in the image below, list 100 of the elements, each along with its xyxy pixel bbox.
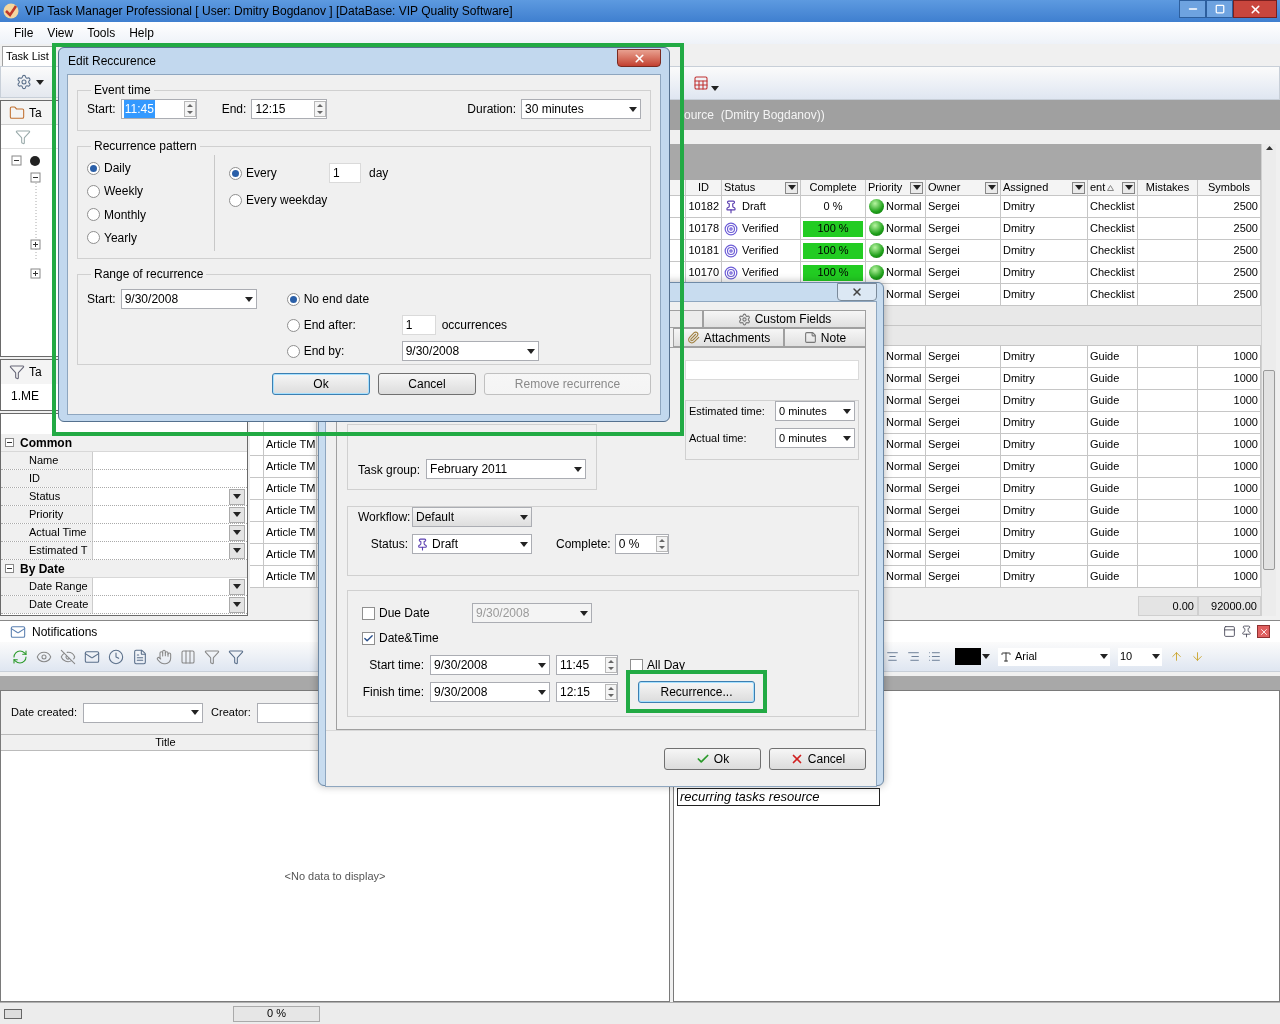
table-cell-text: Checklist xyxy=(1090,287,1135,303)
time-field[interactable]: 11:45 xyxy=(556,655,618,675)
envelope-icon[interactable] xyxy=(84,648,100,665)
menu-item[interactable]: File xyxy=(14,24,34,42)
hand-icon[interactable] xyxy=(156,648,172,665)
menu-item[interactable]: Tools xyxy=(87,24,116,42)
minimize-button[interactable] xyxy=(1179,0,1206,18)
caret-icon xyxy=(233,602,241,607)
folder-icon[interactable] xyxy=(9,104,25,121)
number-field[interactable]: 1 xyxy=(401,315,436,335)
clock-icon[interactable] xyxy=(108,648,124,665)
cancel-button[interactable]: Cancel xyxy=(378,373,476,395)
dropdown[interactable]: Default xyxy=(412,507,532,527)
radio-button[interactable] xyxy=(229,193,242,207)
font-field[interactable]: Arial xyxy=(998,647,1110,666)
time-field[interactable]: 12:15 xyxy=(556,682,618,702)
document-tab[interactable]: Task List xyxy=(2,46,53,66)
ok-button[interactable]: Ok xyxy=(664,747,761,770)
radio-button[interactable] xyxy=(87,231,100,245)
dropdown-button[interactable] xyxy=(229,524,245,541)
filter-icon[interactable] xyxy=(15,128,31,145)
radio-label: Weekly xyxy=(104,183,144,201)
tab[interactable]: Attachments xyxy=(673,328,784,347)
date-field[interactable]: 9/30/2008 xyxy=(430,655,550,675)
dropdown-button[interactable] xyxy=(229,506,245,523)
filter-dropdown-button[interactable] xyxy=(985,181,998,194)
table-cell-text: Guide xyxy=(1090,569,1120,585)
filter-dropdown-button[interactable] xyxy=(785,181,798,194)
table-icon[interactable] xyxy=(693,75,709,91)
dropdown-button[interactable] xyxy=(229,578,245,595)
checkbox[interactable] xyxy=(362,631,375,645)
dropdown[interactable]: 0 minutes xyxy=(775,401,855,421)
color-picker[interactable] xyxy=(955,648,990,665)
close-button[interactable] xyxy=(1233,0,1277,18)
radio-button[interactable] xyxy=(286,344,300,358)
date-field[interactable]: 9/30/2008 xyxy=(120,289,257,309)
date-field[interactable]: 9/30/2008 xyxy=(430,682,550,702)
table-cell-text: 1000 xyxy=(1233,349,1258,365)
filter-dropdown-button[interactable] xyxy=(1072,181,1085,194)
eye-icon[interactable] xyxy=(60,648,76,665)
menu-item[interactable]: Help xyxy=(129,24,154,42)
gear-icon[interactable] xyxy=(16,74,32,90)
collapse-icon[interactable] xyxy=(5,438,14,447)
align-center-icon[interactable] xyxy=(886,650,899,663)
filter-icon[interactable] xyxy=(204,648,220,665)
table-cell-text: Sergei xyxy=(928,569,960,585)
time-field[interactable]: 0 % xyxy=(614,534,669,554)
dropdown[interactable]: February 2011 xyxy=(426,459,587,479)
caret-icon xyxy=(191,710,200,715)
scroll-thumb[interactable] xyxy=(1263,370,1275,570)
radio-button[interactable] xyxy=(286,318,300,332)
radio-button[interactable] xyxy=(87,161,100,175)
radio-label: End by: xyxy=(303,343,345,360)
tab[interactable]: Note xyxy=(784,328,866,347)
dropdown[interactable]: Draft xyxy=(412,534,532,554)
filter-dropdown-button[interactable] xyxy=(1122,181,1135,194)
filter-icon[interactable] xyxy=(9,364,25,380)
caret-icon xyxy=(580,610,588,616)
radio-button[interactable] xyxy=(229,166,242,180)
refresh-icon[interactable] xyxy=(12,648,28,665)
empty-message: <No data to display> xyxy=(284,868,386,884)
table-cell-text: 10182 xyxy=(688,199,719,215)
radio-button[interactable] xyxy=(87,208,100,222)
date-field[interactable] xyxy=(83,702,204,723)
dropdown[interactable]: 0 minutes xyxy=(775,428,855,448)
filter-dropdown-button[interactable] xyxy=(910,181,923,194)
table-cell-text: Article TM xyxy=(266,481,316,497)
radio-button[interactable] xyxy=(87,184,100,198)
columns-icon[interactable] xyxy=(180,648,196,665)
column-header[interactable]: Title xyxy=(155,734,176,751)
time-field[interactable]: 12:15 xyxy=(251,99,328,119)
list-icon[interactable] xyxy=(928,650,941,663)
text-field[interactable] xyxy=(685,360,859,380)
number-field[interactable]: 1 xyxy=(329,163,361,183)
close-button[interactable] xyxy=(1257,625,1270,638)
close-button[interactable] xyxy=(617,49,661,67)
document-icon[interactable] xyxy=(132,648,148,665)
dropdown-button[interactable] xyxy=(229,542,245,559)
date-field[interactable]: 9/30/2008 xyxy=(401,341,539,361)
table-cell-text: Dmitry xyxy=(1003,525,1035,541)
align-right-icon[interactable] xyxy=(907,650,920,663)
menu-item[interactable]: View xyxy=(47,24,74,42)
cancel-button[interactable]: Cancel xyxy=(769,747,866,770)
radio-button[interactable] xyxy=(286,292,300,306)
dropdown-button[interactable] xyxy=(229,488,245,505)
envelope-icon[interactable] xyxy=(10,623,26,640)
recurrence-button[interactable]: Recurrence... xyxy=(638,681,755,703)
pin-icon[interactable] xyxy=(1240,625,1253,638)
spinner-icon xyxy=(183,101,196,117)
font-size-field[interactable]: 10 xyxy=(1118,647,1162,666)
window-icon[interactable] xyxy=(1223,625,1236,638)
filter-icon[interactable] xyxy=(228,648,244,665)
collapse-icon[interactable] xyxy=(5,564,14,573)
dropdown[interactable]: 30 minutes xyxy=(521,99,641,119)
ok-button[interactable]: Ok xyxy=(272,373,370,395)
tab[interactable]: Custom Fields xyxy=(703,310,866,328)
caret-icon xyxy=(1074,185,1083,190)
dropdown-button[interactable] xyxy=(229,596,245,613)
table-cell-text: Normal xyxy=(886,287,922,303)
maximize-button[interactable] xyxy=(1206,0,1233,18)
